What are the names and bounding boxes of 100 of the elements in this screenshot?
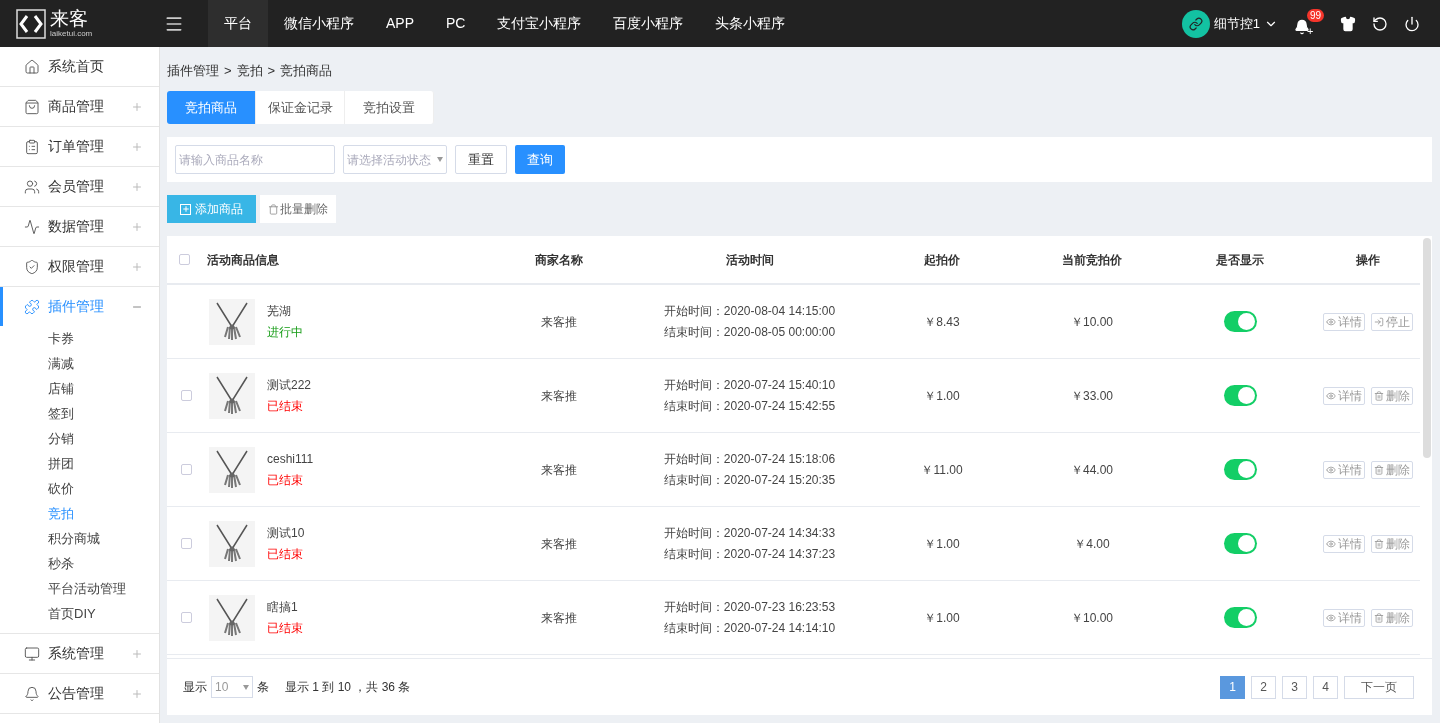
submenu-item[interactable]: 分销 xyxy=(0,426,159,451)
expand-icon[interactable] xyxy=(131,260,143,273)
shield-icon xyxy=(24,258,40,275)
expand-icon[interactable] xyxy=(131,220,143,233)
dropdown-arrow-icon xyxy=(243,684,249,690)
product-name: 测试10 xyxy=(267,525,305,542)
sidebar-item[interactable]: 系统首页 xyxy=(0,47,159,86)
top-nav-tab[interactable]: PC xyxy=(430,0,482,47)
bell-icon xyxy=(24,685,40,702)
row-checkbox[interactable] xyxy=(181,464,192,475)
batch-delete-button[interactable]: 批量删除 xyxy=(260,195,336,223)
top-nav-tab[interactable]: 微信小程序 xyxy=(268,0,370,47)
sidebar-item[interactable]: 商品管理 xyxy=(0,87,159,126)
tab[interactable]: 保证金记录 xyxy=(256,91,345,124)
product-name: 芜湖 xyxy=(267,303,292,320)
monitor-icon xyxy=(24,645,40,662)
breadcrumb-item[interactable]: 竞拍 xyxy=(236,61,263,81)
tab[interactable]: 竞拍设置 xyxy=(345,91,434,124)
row-checkbox[interactable] xyxy=(181,538,192,549)
select-all-checkbox[interactable] xyxy=(179,254,190,265)
eye-icon xyxy=(1326,390,1336,401)
submenu-item[interactable]: 平台活动管理 xyxy=(0,576,159,601)
sidebar-item[interactable]: 会员管理 xyxy=(0,167,159,206)
submenu-item[interactable]: 拼团 xyxy=(0,451,159,476)
notification-badge: 99 xyxy=(1306,8,1324,22)
row-checkbox[interactable] xyxy=(181,612,192,623)
start-time: 开始时间：2020-07-24 15:40:10 xyxy=(663,377,836,394)
expand-icon[interactable] xyxy=(131,100,143,113)
column-header: 当前竞拍价 xyxy=(1062,251,1122,269)
submenu-item[interactable]: 满减 xyxy=(0,351,159,376)
trash-icon xyxy=(1374,612,1384,623)
product-name-field[interactable]: 请输入商品名称 xyxy=(175,145,335,174)
expand-icon[interactable] xyxy=(131,687,143,700)
row-checkbox[interactable] xyxy=(181,390,192,401)
top-nav-tab[interactable]: 头条小程序 xyxy=(699,0,802,47)
trash-icon xyxy=(1374,390,1384,401)
trash-icon xyxy=(1374,538,1384,549)
logo-name: 来客 xyxy=(50,9,89,28)
next-page-button[interactable]: 下一页 xyxy=(1344,675,1414,699)
page-button[interactable]: 3 xyxy=(1282,675,1307,699)
puzzle-icon xyxy=(24,298,40,315)
power-icon[interactable] xyxy=(1404,15,1420,32)
eye-icon xyxy=(1326,316,1336,327)
merchant-name: 来客推 xyxy=(541,535,577,553)
scrollbar[interactable] xyxy=(1423,238,1431,458)
plus-mark: + xyxy=(1307,25,1314,37)
page-size-unit: 条 xyxy=(257,679,269,697)
breadcrumb-item[interactable]: 插件管理 xyxy=(167,61,219,81)
status-text: 进行中 xyxy=(267,324,303,341)
display-toggle[interactable] xyxy=(1223,459,1257,480)
display-toggle[interactable] xyxy=(1223,311,1257,332)
top-nav-tab[interactable]: 支付宝小程序 xyxy=(481,0,598,47)
current-price: ￥44.00 xyxy=(1071,461,1113,479)
start-price: ￥11.00 xyxy=(921,461,963,479)
merchant-name: 来客推 xyxy=(541,387,577,405)
breadcrumb-item: 竞拍商品 xyxy=(280,62,333,81)
submenu-item[interactable]: 秒杀 xyxy=(0,551,159,576)
logo-icon xyxy=(16,8,46,39)
expand-icon[interactable] xyxy=(131,647,143,660)
reset-button[interactable]: 重置 xyxy=(455,145,507,174)
page-size-label: 显示 xyxy=(183,679,207,697)
display-toggle[interactable] xyxy=(1223,607,1257,628)
product-name: ceshi111 xyxy=(267,451,314,468)
sidebar-item[interactable]: 权限管理 xyxy=(0,247,159,286)
user-menu[interactable]: 细节控1 xyxy=(1181,9,1278,38)
shirt-icon[interactable] xyxy=(1340,15,1356,32)
submenu-item[interactable]: 砍价 xyxy=(0,476,159,501)
plus-square-icon xyxy=(180,203,191,215)
sidebar-item[interactable]: 订单管理 xyxy=(0,127,159,166)
display-toggle[interactable] xyxy=(1223,385,1257,406)
current-price: ￥4.00 xyxy=(1074,535,1110,553)
end-time: 结束时间：2020-07-24 15:42:55 xyxy=(663,398,836,415)
sidebar-item[interactable]: 系统管理 xyxy=(0,634,159,673)
page-button[interactable]: 2 xyxy=(1251,675,1276,699)
display-toggle[interactable] xyxy=(1223,533,1257,554)
logo-domain: laiketui.com xyxy=(50,30,93,38)
start-price: ￥1.00 xyxy=(924,535,960,553)
column-header: 起拍价 xyxy=(924,251,960,269)
clipboard-icon xyxy=(24,138,40,155)
eye-icon xyxy=(1326,538,1336,549)
merchant-name: 来客推 xyxy=(541,313,577,331)
sidebar-item[interactable]: 数据管理 xyxy=(0,207,159,246)
top-nav-tab[interactable]: 平台 xyxy=(208,0,268,47)
status-text: 已结束 xyxy=(267,472,304,489)
submenu-item[interactable]: 卡券 xyxy=(0,326,159,351)
end-time: 结束时间：2020-07-24 14:37:23 xyxy=(663,546,836,563)
submenu-item[interactable]: 积分商城 xyxy=(0,526,159,551)
sidebar-item[interactable]: 公告管理 xyxy=(0,674,159,713)
column-header: 商家名称 xyxy=(535,251,583,269)
top-nav-tab[interactable]: APP xyxy=(370,0,430,47)
page-button[interactable]: 4 xyxy=(1313,675,1338,699)
submenu-item[interactable]: 签到 xyxy=(0,401,159,426)
undo-icon[interactable] xyxy=(1372,15,1388,32)
top-nav-tab[interactable]: 百度小程序 xyxy=(597,0,700,47)
submenu-item[interactable]: 店铺 xyxy=(0,376,159,401)
expand-icon[interactable] xyxy=(131,180,143,193)
notification-button[interactable]: 99 + xyxy=(1294,8,1324,39)
expand-icon[interactable] xyxy=(131,140,143,153)
current-price: ￥10.00 xyxy=(1071,609,1113,627)
submenu-item[interactable]: 首页DIY xyxy=(0,601,159,626)
